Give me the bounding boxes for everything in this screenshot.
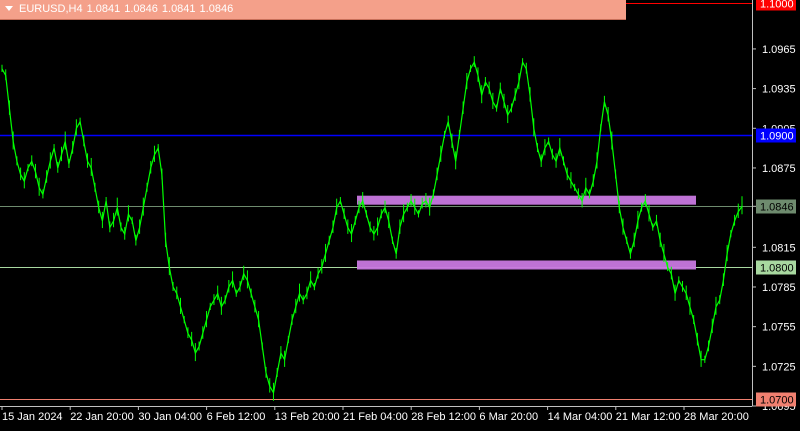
low-price: 1.0841 <box>161 3 196 15</box>
time-tick-label: 21 Feb 04:00 <box>343 411 408 423</box>
high-price: 1.0846 <box>124 3 158 15</box>
price-tick-label: 1.0755 <box>762 322 796 334</box>
price-line-label: 1.0700 <box>760 395 794 407</box>
price-line-label: 1.1000 <box>760 0 794 11</box>
price-tick-label: 1.0785 <box>762 282 796 294</box>
price-tick-label: 1.0965 <box>762 44 796 56</box>
price-line-label: 1.0900 <box>760 131 794 143</box>
open-price: 1.0841 <box>86 3 121 15</box>
time-axis[interactable]: 15 Jan 2024 22 Jan 20:00 30 Jan 04:00 6 Feb… <box>1 406 749 423</box>
time-tick-label: 14 Mar 04:00 <box>548 411 613 423</box>
price-axis[interactable]: 1.09651.09351.09051.08751.08461.08151.07… <box>752 0 796 413</box>
time-tick-label: 6 Mar 20:00 <box>479 411 538 423</box>
price-tick-label: 1.0935 <box>762 84 796 96</box>
price-tick-label: 1.0875 <box>762 163 796 175</box>
time-tick-label: 28 Feb 12:00 <box>411 411 476 423</box>
time-tick-label: 28 Mar 20:00 <box>684 411 749 423</box>
time-tick-label: 22 Jan 20:00 <box>70 411 134 423</box>
price-line-label: 1.0846 <box>760 202 794 214</box>
time-tick-label: 6 Feb 12:00 <box>207 411 266 423</box>
time-tick-label: 21 Mar 12:00 <box>616 411 681 423</box>
symbol-header[interactable]: EURUSD,H4 1.0841 1.0846 1.0841 1.0846 <box>0 0 626 20</box>
price-line-label: 1.0800 <box>760 263 794 275</box>
dropdown-arrow-icon[interactable] <box>5 6 13 12</box>
time-tick-label: 30 Jan 04:00 <box>138 411 202 423</box>
support-resistance-zone[interactable] <box>357 260 696 270</box>
price-tick-label: 1.0815 <box>762 242 796 254</box>
price-line <box>1 60 743 395</box>
symbol-label: EURUSD,H4 <box>19 3 83 15</box>
price-series-layer <box>1 56 743 401</box>
time-tick-label: 13 Feb 20:00 <box>275 411 340 423</box>
time-tick-label: 15 Jan 2024 <box>2 411 63 423</box>
close-price: 1.0846 <box>199 3 234 15</box>
price-tick-label: 1.0725 <box>762 361 796 373</box>
price-chart[interactable]: 1.09651.09351.09051.08751.08461.08151.07… <box>0 0 800 426</box>
chart-window[interactable]: 1.09651.09351.09051.08751.08461.08151.07… <box>0 0 800 426</box>
